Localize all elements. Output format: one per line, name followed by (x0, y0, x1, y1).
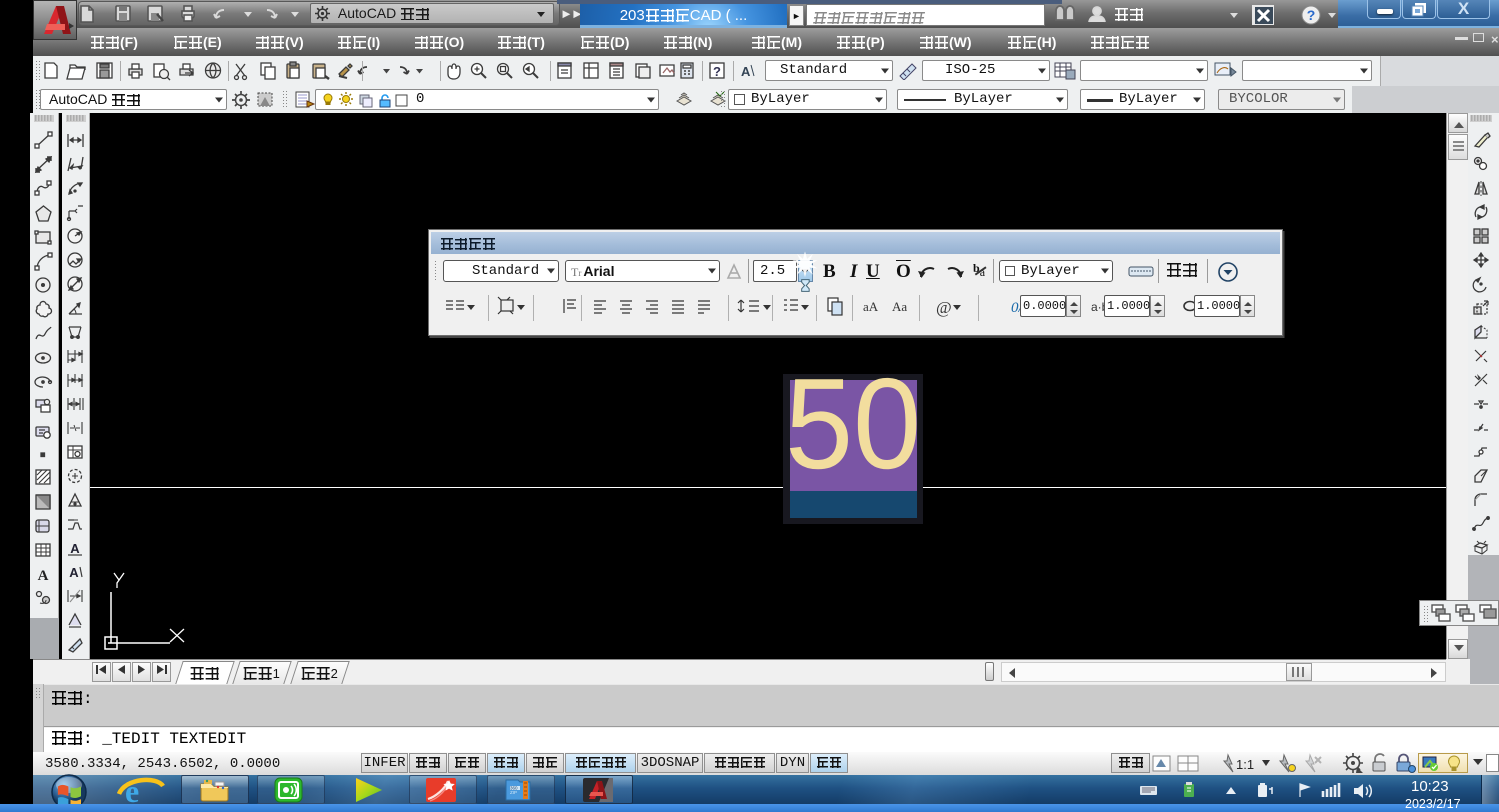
svg-text:1:1: 1:1 (1236, 757, 1254, 772)
svg-text:A: A (70, 541, 80, 556)
svg-text:ZIP: ZIP (510, 790, 517, 795)
svg-text:aA: aA (863, 299, 879, 314)
svg-text:?: ? (1307, 7, 1316, 23)
svg-text:?: ? (713, 64, 721, 79)
svg-text:A: A (741, 64, 751, 79)
svg-text:A: A (38, 568, 49, 584)
svg-text:@: @ (936, 298, 952, 317)
svg-text:Aa: Aa (892, 299, 907, 314)
svg-text:A: A (69, 565, 79, 580)
